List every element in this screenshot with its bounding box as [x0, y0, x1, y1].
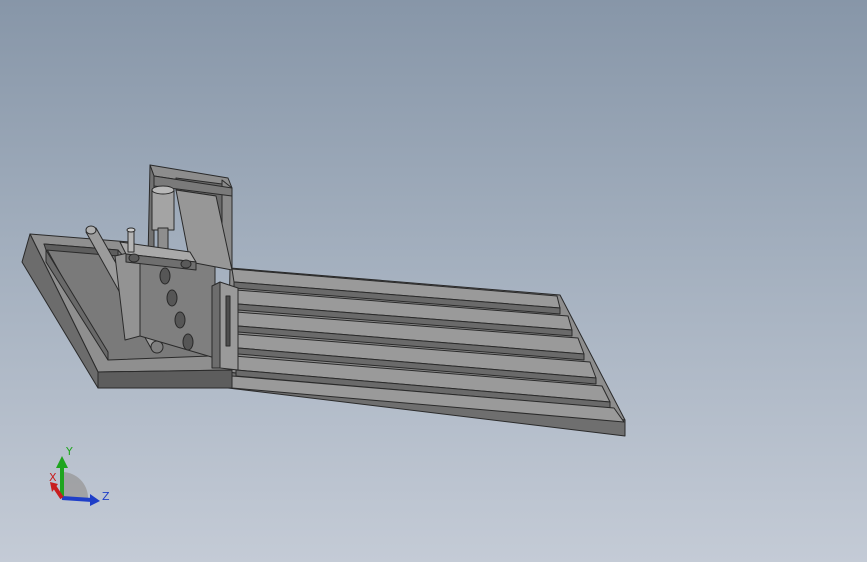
bolt-hole — [159, 267, 171, 285]
z-axis-line — [61, 496, 93, 502]
bolt-hole — [166, 289, 178, 307]
rails — [231, 268, 625, 423]
z-axis-label: Z — [102, 490, 110, 503]
triad-base — [62, 472, 88, 498]
bolt-hole — [174, 311, 186, 329]
z-axis-arrow — [90, 494, 100, 506]
cylinder — [151, 185, 175, 258]
orientation-triad[interactable]: Y Z X — [40, 440, 120, 510]
3d-model[interactable] — [0, 0, 867, 562]
y-axis-label: Y — [65, 445, 73, 458]
slot-bar — [211, 281, 239, 371]
bolt-hole — [182, 333, 194, 351]
x-axis-label: X — [49, 471, 57, 484]
graphics-viewport[interactable]: Y Z X — [0, 0, 867, 562]
